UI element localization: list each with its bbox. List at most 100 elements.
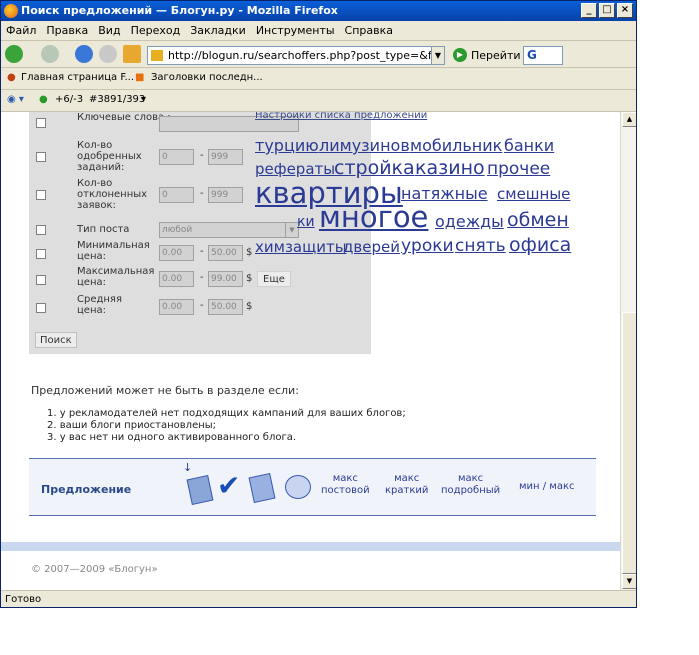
- google-search-box[interactable]: G: [523, 46, 563, 65]
- post-type-checkbox[interactable]: [36, 225, 46, 235]
- list-item: 2. ваши блоги приостановлены;: [47, 420, 217, 431]
- go-button[interactable]: ▶ Перейти: [453, 46, 521, 65]
- reload-icon[interactable]: [75, 45, 93, 63]
- tag-link[interactable]: уроки: [401, 236, 454, 256]
- sort-max-detailed-line1: макс: [457, 473, 484, 484]
- tag-link[interactable]: снять: [455, 236, 506, 256]
- stop-icon[interactable]: [99, 45, 117, 63]
- offer-column-label: Предложение: [41, 483, 132, 496]
- approved-max-input[interactable]: 999: [208, 149, 243, 165]
- approved-checkbox[interactable]: [36, 152, 46, 162]
- tag-link[interactable]: одежды: [435, 212, 504, 231]
- sort-max-short-line1: макс: [394, 473, 420, 484]
- rank-dropdown-icon[interactable]: ▾: [141, 94, 146, 105]
- bookmarks-toolbar: ● Главная страница F... ■ Заголовки посл…: [1, 68, 636, 90]
- sort-max-short[interactable]: макс краткий: [385, 473, 428, 497]
- max-price-currency: $: [246, 273, 253, 284]
- rejected-max-input[interactable]: 999: [208, 187, 243, 203]
- rss-icon: ■: [135, 72, 145, 83]
- rank-counter: +6/-3: [55, 94, 84, 105]
- menu-tools[interactable]: Инструменты: [251, 21, 340, 40]
- offers-header: Предложение ↓ ✔ макс постовой макс кратк…: [29, 458, 596, 516]
- max-price-checkbox[interactable]: [36, 275, 46, 285]
- copyright: © 2007—2009 «Блогун»: [31, 564, 158, 575]
- search-button[interactable]: Поиск: [35, 332, 77, 348]
- min-price-checkbox[interactable]: [36, 249, 46, 259]
- browser-window: Поиск предложений — Блогун.ру - Mozilla …: [0, 0, 637, 608]
- sort-max-detailed-line2: подробный: [441, 485, 501, 496]
- max-price-to-input[interactable]: 99.00: [208, 271, 243, 287]
- tag-link[interactable]: смешные: [497, 185, 570, 203]
- menu-help[interactable]: Справка: [340, 21, 398, 40]
- rejected-min-input[interactable]: 0: [159, 187, 194, 203]
- sort-max-post[interactable]: макс постовой: [321, 473, 370, 497]
- page-content: Ключевые слова : Кол-во одобренных задан…: [1, 112, 620, 590]
- tag-link[interactable]: лимузинов: [319, 136, 410, 155]
- document-icon[interactable]: [248, 472, 276, 504]
- go-icon: ▶: [453, 48, 467, 62]
- menu-edit[interactable]: Правка: [41, 21, 93, 40]
- tag-link[interactable]: казино: [415, 157, 485, 179]
- address-dropdown-icon[interactable]: ▼: [431, 46, 445, 65]
- maximize-button[interactable]: □: [599, 3, 615, 18]
- min-price-from-input[interactable]: 0.00: [159, 245, 194, 261]
- tag-link[interactable]: турцию: [255, 136, 319, 155]
- min-price-currency: $: [246, 247, 253, 258]
- vertical-scrollbar[interactable]: ▲ ▼: [620, 112, 636, 590]
- menu-file[interactable]: Файл: [1, 21, 41, 40]
- menu-bookmarks[interactable]: Закладки: [185, 21, 251, 40]
- tag-link[interactable]: многое: [319, 200, 428, 234]
- close-button[interactable]: ×: [617, 3, 633, 18]
- calendar-icon[interactable]: [186, 474, 214, 506]
- bookmark-icon: ●: [7, 72, 16, 83]
- forward-icon[interactable]: [41, 45, 59, 63]
- tag-link[interactable]: дверей: [343, 238, 400, 256]
- scroll-thumb[interactable]: [622, 312, 636, 574]
- home-icon[interactable]: [123, 45, 141, 63]
- cloud-settings-link[interactable]: Настройки списка предложений: [255, 112, 427, 121]
- menu-go[interactable]: Переход: [126, 21, 186, 40]
- address-url: http://blogun.ru/searchoffers.php?post_t…: [168, 49, 442, 62]
- menu-view[interactable]: Вид: [93, 21, 125, 40]
- rank-id[interactable]: #3891/393: [89, 94, 145, 105]
- tag-link[interactable]: прочее: [487, 159, 550, 179]
- keywords-checkbox[interactable]: [36, 118, 46, 128]
- back-icon[interactable]: [5, 45, 23, 63]
- minimize-button[interactable]: _: [581, 3, 597, 18]
- firefox-icon: [4, 4, 18, 18]
- avg-price-to-input[interactable]: 50.00: [208, 299, 243, 315]
- approved-min-input[interactable]: 0: [159, 149, 194, 165]
- status-bar: Готово: [1, 590, 636, 607]
- list-item: 3. у вас нет ни одного активированного б…: [47, 432, 297, 443]
- avg-price-dash: -: [200, 300, 204, 311]
- check-icon[interactable]: ✔: [217, 469, 240, 502]
- sort-max-detailed[interactable]: макс подробный: [441, 473, 500, 497]
- tag-link[interactable]: ки: [297, 214, 315, 230]
- scroll-up-icon[interactable]: ▲: [622, 112, 636, 127]
- compass-icon[interactable]: ◉ ▾: [7, 94, 24, 105]
- favicon-icon: [151, 50, 163, 61]
- avg-price-checkbox[interactable]: [36, 303, 46, 313]
- more-button[interactable]: Еще: [257, 271, 291, 287]
- tag-link[interactable]: обмен: [507, 209, 569, 231]
- sort-min-max[interactable]: мин / макс: [519, 481, 575, 493]
- max-price-from-input[interactable]: 0.00: [159, 271, 194, 287]
- hand-icon[interactable]: [285, 475, 311, 499]
- tag-link[interactable]: офиса: [509, 234, 571, 256]
- info-list: 1. у рекламодателей нет подходящих кампа…: [47, 408, 406, 444]
- tag-link[interactable]: химзащиты: [255, 238, 347, 256]
- navigation-toolbar: http://blogun.ru/searchoffers.php?post_t…: [1, 42, 636, 68]
- min-price-to-input[interactable]: 50.00: [208, 245, 243, 261]
- bookmark-home[interactable]: Главная страница F...: [21, 72, 134, 83]
- scroll-down-icon[interactable]: ▼: [622, 574, 636, 589]
- avg-price-from-input[interactable]: 0.00: [159, 299, 194, 315]
- post-type-select[interactable]: любой: [159, 222, 299, 238]
- sort-arrow-icon: ↓: [183, 461, 193, 474]
- bookmark-headlines[interactable]: Заголовки последн...: [151, 72, 263, 83]
- tag-link[interactable]: мобильник: [410, 136, 502, 155]
- sort-max-short-line2: краткий: [385, 485, 429, 496]
- tag-link[interactable]: банки: [504, 136, 554, 155]
- address-bar[interactable]: http://blogun.ru/searchoffers.php?post_t…: [147, 46, 443, 65]
- rejected-checkbox[interactable]: [36, 190, 46, 200]
- max-price-dash: -: [200, 272, 204, 283]
